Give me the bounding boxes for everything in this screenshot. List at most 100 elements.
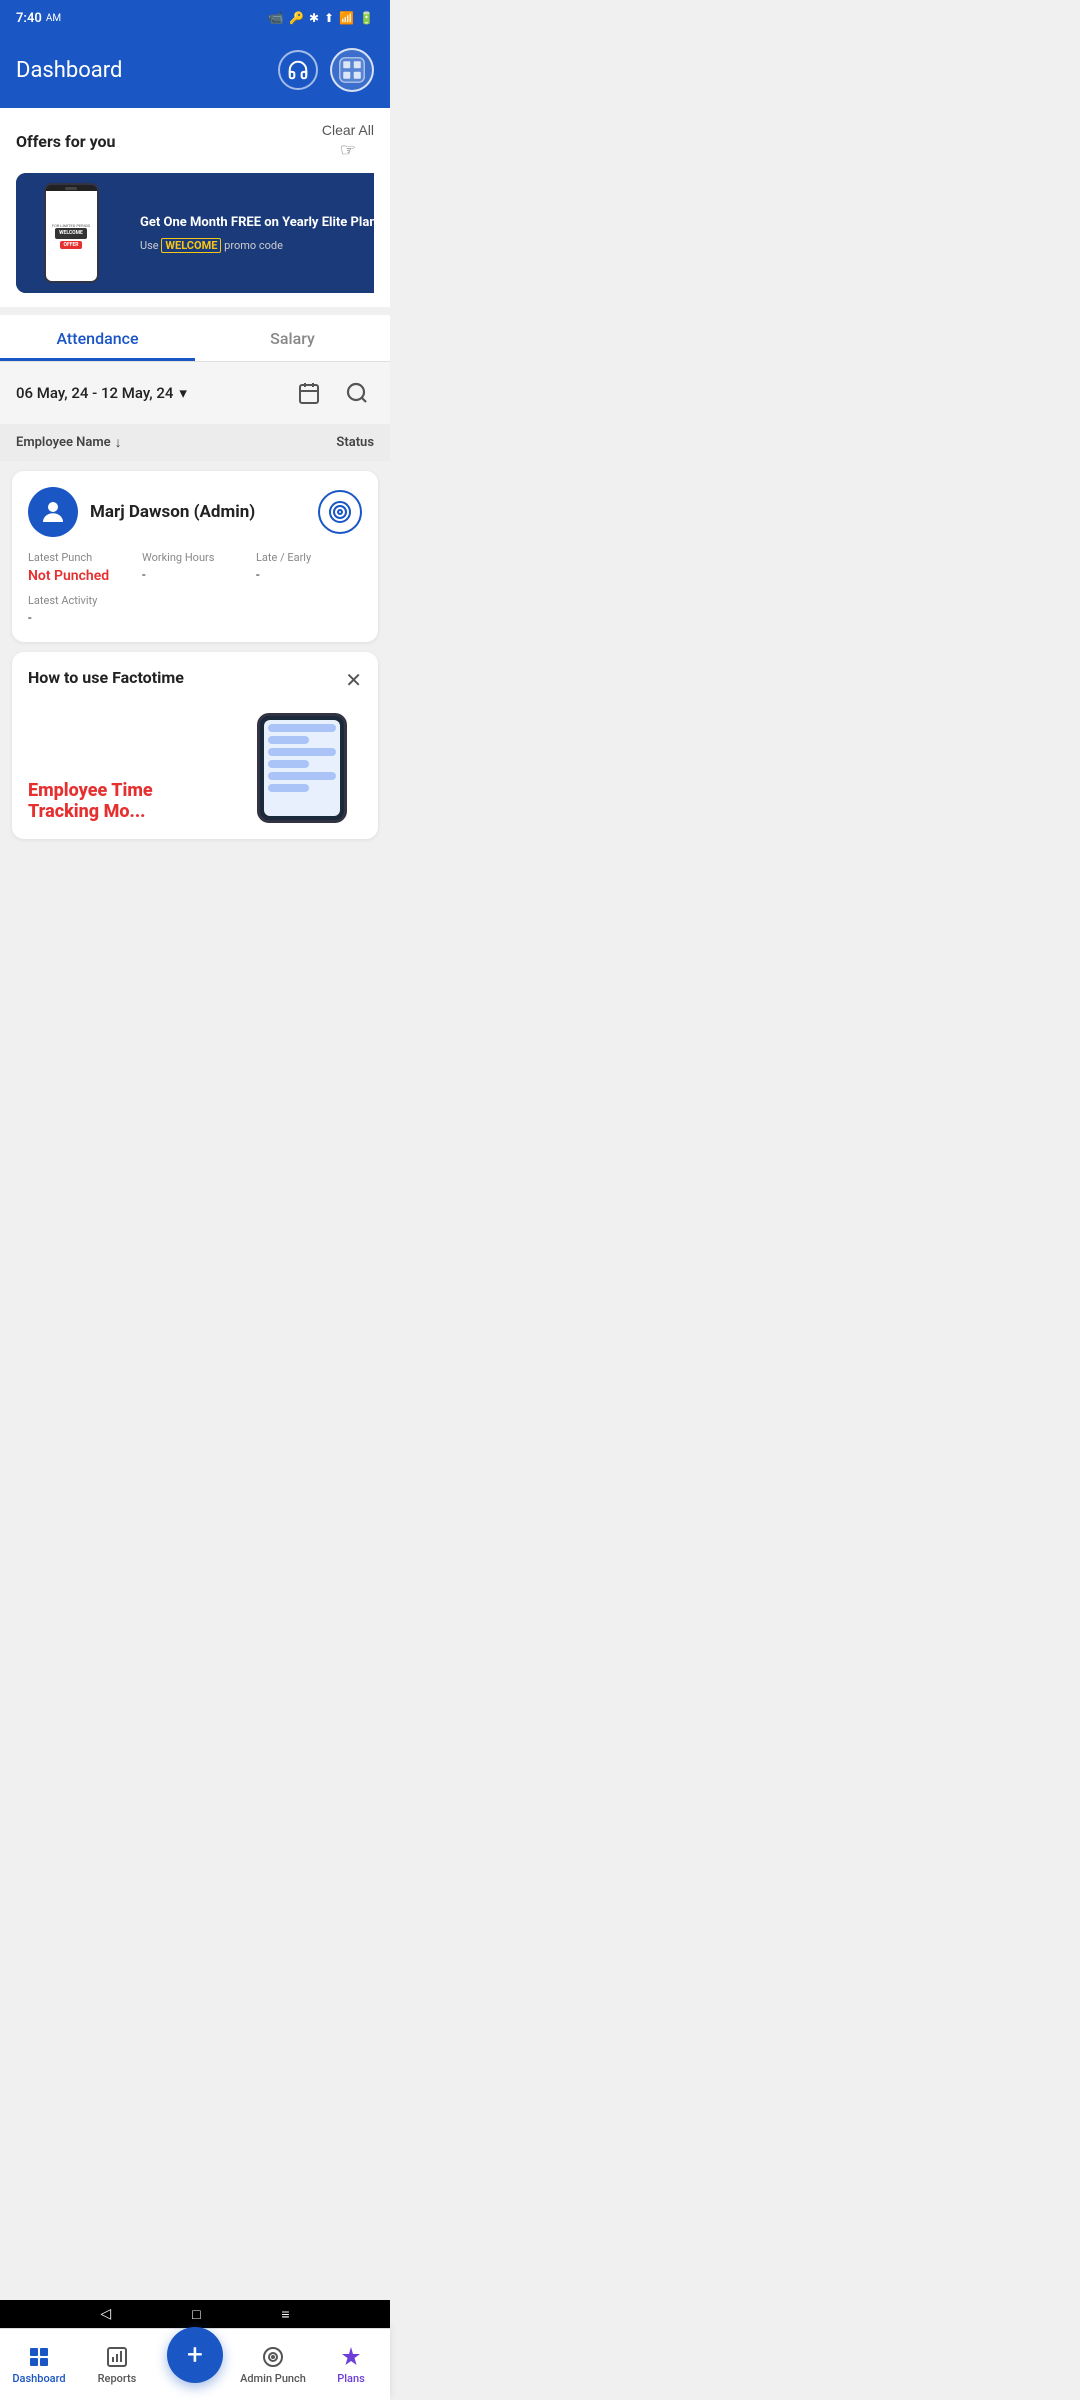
nav-label-reports: Reports <box>98 2372 137 2385</box>
welcome-badge: WELCOME <box>55 228 87 239</box>
offers-cards: FOR LIMITED PERIOD WELCOME OFFER Get One… <box>16 173 374 293</box>
latest-punch-label: Latest Punch <box>28 551 134 564</box>
tabs: Attendance Salary <box>0 315 390 362</box>
phone-screen: FOR LIMITED PERIOD WELCOME OFFER <box>46 191 97 281</box>
nav-item-plans[interactable]: Plans <box>312 2345 390 2385</box>
video-icon: 📹 <box>268 11 284 26</box>
late-early-stat: Late / Early - <box>256 551 362 584</box>
clear-all-button[interactable]: Clear All <box>322 122 374 138</box>
filter-row: 06 May, 24 - 12 May, 24 ▾ <box>0 362 390 424</box>
offer-main-text: Get One Month FREE on Yearly Elite Plan <box>140 214 374 232</box>
offer-card-elite[interactable]: FOR LIMITED PERIOD WELCOME OFFER Get One… <box>16 173 374 293</box>
headphone-icon <box>287 59 309 81</box>
activity-section: Latest Activity - <box>28 594 362 626</box>
how-to-content: Employee Time Tracking Mo... <box>28 703 362 823</box>
chevron-down-icon: ▾ <box>179 384 187 402</box>
how-to-subtitle: Employee Time Tracking Mo... <box>28 780 242 823</box>
cursor-icon: ☞ <box>340 140 356 161</box>
late-early-label: Late / Early <box>256 551 362 564</box>
employee-name-column-header: Employee Name ↓ <box>16 434 122 451</box>
plans-icon <box>339 2345 363 2369</box>
dashboard-icon <box>27 2345 51 2369</box>
bluetooth-icon: ✱ <box>309 11 319 25</box>
fab-icon: + <box>187 2341 203 2369</box>
screen-row-4 <box>268 760 309 768</box>
offers-section: Offers for you Clear All ☞ FOR LIMITED P… <box>0 108 390 307</box>
calendar-icon <box>297 381 321 405</box>
screen-row-2 <box>268 736 309 744</box>
filter-icons <box>292 376 374 410</box>
fab-button[interactable]: + <box>167 2327 223 2383</box>
sort-arrow-icon: ↓ <box>115 434 122 451</box>
status-bar: 7:40 AM 📹 🔑 ✱ ⬆ 📶 🔋 <box>0 0 390 36</box>
latest-activity-value: - <box>28 611 362 626</box>
signal-icon: ⬆ <box>324 11 334 25</box>
status-time: 7:40 <box>16 11 42 26</box>
calendar-button[interactable] <box>292 376 326 410</box>
employee-info: Marj Dawson (Admin) <box>28 487 255 537</box>
employee-card[interactable]: Marj Dawson (Admin) Latest Punch Not Pun… <box>12 471 378 642</box>
latest-punch-value: Not Punched <box>28 568 134 584</box>
person-icon <box>38 497 68 527</box>
menu-button[interactable]: ≡ <box>281 2306 289 2323</box>
working-hours-value: - <box>142 568 248 583</box>
logo-button[interactable] <box>330 48 374 92</box>
promo-code: WELCOME <box>161 238 221 253</box>
employee-name: Marj Dawson (Admin) <box>90 502 255 522</box>
home-button[interactable]: □ <box>192 2306 200 2323</box>
screen-row-6 <box>268 784 309 792</box>
status-icons: 📹 🔑 ✱ ⬆ 📶 🔋 <box>268 11 374 26</box>
table-header: Employee Name ↓ Status <box>0 424 390 461</box>
how-to-title: How to use Factotime <box>28 668 184 687</box>
back-button[interactable]: ◁ <box>100 2306 111 2322</box>
punch-button[interactable] <box>318 490 362 534</box>
offer-badge: OFFER <box>60 241 83 249</box>
latest-punch-stat: Latest Punch Not Punched <box>28 551 134 584</box>
phone-image-area <box>242 703 362 823</box>
battery-icon: 🔋 <box>359 11 374 25</box>
screen-row-3 <box>268 748 336 756</box>
late-early-value: - <box>256 568 362 583</box>
how-to-text: Employee Time Tracking Mo... <box>28 780 242 823</box>
employee-stats: Latest Punch Not Punched Working Hours -… <box>28 551 362 584</box>
reports-icon <box>105 2345 129 2369</box>
working-hours-stat: Working Hours - <box>142 551 248 584</box>
status-ampm: AM <box>46 13 61 24</box>
nav-item-admin-punch[interactable]: Admin Punch <box>234 2345 312 2385</box>
how-to-header: How to use Factotime ✕ <box>28 668 362 693</box>
nav-item-dashboard[interactable]: Dashboard <box>0 2345 78 2385</box>
header: Dashboard <box>0 36 390 108</box>
screen-row-1 <box>268 724 336 732</box>
how-to-card: How to use Factotime ✕ Employee Time Tra… <box>12 652 378 839</box>
tab-attendance[interactable]: Attendance <box>0 315 195 361</box>
latest-activity-label: Latest Activity <box>28 594 362 607</box>
working-hours-label: Working Hours <box>142 551 248 564</box>
page-title: Dashboard <box>16 58 122 83</box>
admin-punch-icon <box>261 2345 285 2369</box>
offer-card-image: FOR LIMITED PERIOD WELCOME OFFER <box>16 173 126 293</box>
nav-label-admin-punch: Admin Punch <box>240 2372 306 2385</box>
how-to-close-button[interactable]: ✕ <box>345 668 362 693</box>
search-icon <box>345 381 369 405</box>
avatar <box>28 487 78 537</box>
screen-row-5 <box>268 772 336 780</box>
tab-salary[interactable]: Salary <box>195 315 390 361</box>
header-actions <box>278 48 374 92</box>
date-range-selector[interactable]: 06 May, 24 - 12 May, 24 ▾ <box>16 384 187 402</box>
touch-icon <box>328 500 352 524</box>
status-column-header: Status <box>336 435 374 450</box>
search-button[interactable] <box>340 376 374 410</box>
wifi-icon: 📶 <box>339 11 354 25</box>
nav-item-reports[interactable]: Reports <box>78 2345 156 2385</box>
bottom-nav: Dashboard Reports + Admin Punch Plans <box>0 2328 390 2400</box>
logo-icon <box>338 56 366 84</box>
headphone-button[interactable] <box>278 50 318 90</box>
offer-text: Get One Month FREE on Yearly Elite Plan … <box>126 202 374 263</box>
employee-header: Marj Dawson (Admin) <box>28 487 362 537</box>
key-icon: 🔑 <box>289 11 304 25</box>
offer-promo: Use WELCOME promo code <box>140 239 374 252</box>
content-area: Offers for you Clear All ☞ FOR LIMITED P… <box>0 108 390 929</box>
offers-header: Offers for you Clear All ☞ <box>16 122 374 161</box>
nav-label-plans: Plans <box>337 2372 365 2385</box>
nav-fab-container: + <box>156 2347 234 2383</box>
